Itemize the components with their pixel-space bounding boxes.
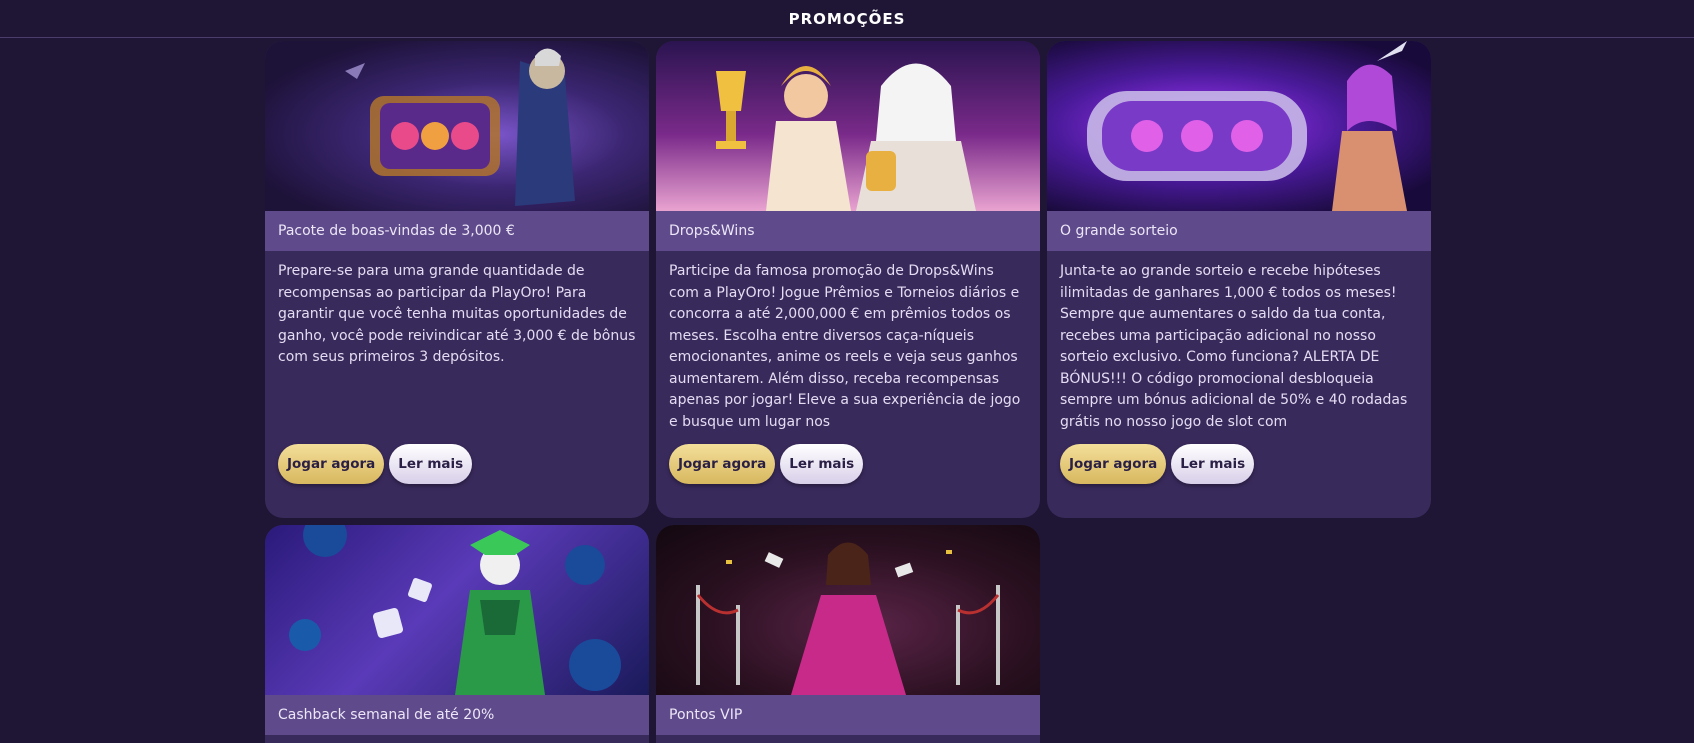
play-now-button[interactable]: Jogar agora xyxy=(669,444,776,484)
promo-title: Pontos VIP xyxy=(656,695,1040,735)
promo-description: Junta-te ao grande sorteio e recebe hipó… xyxy=(1060,263,1408,430)
promo-card-cashback: Cashback semanal de até 20% xyxy=(265,525,649,743)
promo-card-grand-draw: O grande sorteio Junta-te ao grande sort… xyxy=(1047,41,1431,518)
reel-illustration xyxy=(345,48,575,206)
promo-description: Prepare-se para uma grande quantidade de… xyxy=(278,263,636,365)
read-more-button[interactable]: Ler mais xyxy=(780,444,864,484)
page-title: PROMOÇÕES xyxy=(788,9,906,28)
promo-image-grand-draw[interactable] xyxy=(1047,41,1431,211)
jester-illustration xyxy=(289,525,621,695)
clover-reels-illustration xyxy=(1087,41,1407,211)
promo-card-vip-points: Pontos VIP xyxy=(656,525,1040,743)
gods-illustration xyxy=(716,63,976,211)
promo-title: Drops&Wins xyxy=(656,211,1040,251)
read-more-button[interactable]: Ler mais xyxy=(1171,444,1255,484)
play-now-button[interactable]: Jogar agora xyxy=(1060,444,1167,484)
promo-title: O grande sorteio xyxy=(1047,211,1431,251)
promo-image-welcome[interactable] xyxy=(265,41,649,211)
page-header: PROMOÇÕES xyxy=(0,0,1694,38)
promo-image-cashback[interactable] xyxy=(265,525,649,695)
promo-image-drops-wins[interactable] xyxy=(656,41,1040,211)
promo-card-drops-wins: Drops&Wins Participe da famosa promoção … xyxy=(656,41,1040,518)
read-more-button[interactable]: Ler mais xyxy=(389,444,473,484)
promo-title: Cashback semanal de até 20% xyxy=(265,695,649,735)
promo-image-vip-points[interactable] xyxy=(656,525,1040,695)
play-now-button[interactable]: Jogar agora xyxy=(278,444,385,484)
promo-title: Pacote de boas-vindas de 3,000 € xyxy=(265,211,649,251)
promo-description: Participe da famosa promoção de Drops&Wi… xyxy=(669,263,1021,430)
vip-illustration xyxy=(696,542,1000,695)
promo-card-welcome: Pacote de boas-vindas de 3,000 € Prepare… xyxy=(265,41,649,518)
